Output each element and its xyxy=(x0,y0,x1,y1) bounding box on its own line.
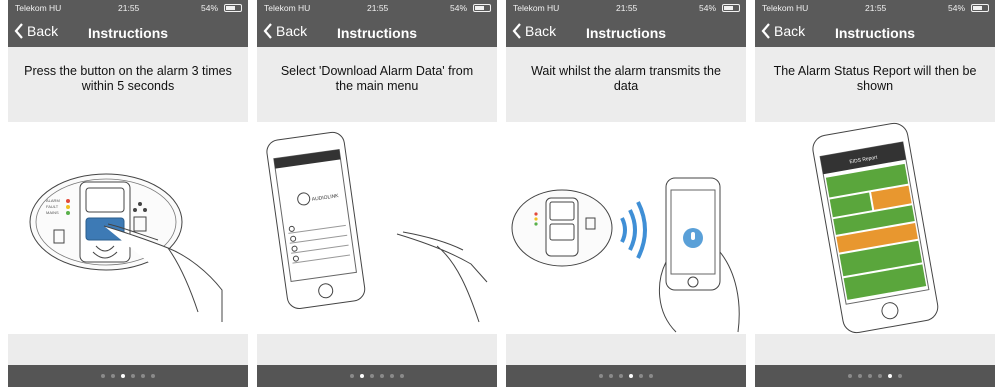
page-dot xyxy=(350,374,354,378)
page-dot-active xyxy=(888,374,892,378)
page-dots xyxy=(8,374,248,378)
page-dot xyxy=(858,374,862,378)
page-dot xyxy=(400,374,404,378)
pointing-hand xyxy=(396,233,488,323)
page-dot xyxy=(390,374,394,378)
battery-icon xyxy=(971,4,989,12)
battery-percent: 54% xyxy=(200,3,218,13)
page-dot xyxy=(639,374,643,378)
status-bar: Telekom HU 21:55 54% xyxy=(257,0,497,17)
page-dot xyxy=(370,374,374,378)
battery-icon xyxy=(473,4,491,12)
battery-percent: 54% xyxy=(698,3,716,13)
battery-icon xyxy=(224,4,242,12)
page-dot xyxy=(649,374,653,378)
nav-title: Instructions xyxy=(834,25,916,41)
page-dot xyxy=(151,374,155,378)
page-dot xyxy=(619,374,623,378)
page-dot-active xyxy=(121,374,125,378)
clock: 21:55 xyxy=(367,3,389,13)
instruction-text: The Alarm Status Report will then be sho… xyxy=(773,64,977,93)
signal-waves-icon xyxy=(620,217,627,243)
alarm-label-fault: FAULT xyxy=(46,204,59,209)
instruction-text: Select 'Download Alarm Data' from the ma… xyxy=(280,64,474,93)
phone-menu-illustration: AUDIOLINK xyxy=(257,122,497,334)
alarm-transmit-illustration xyxy=(506,122,746,334)
page-dot-active xyxy=(629,374,633,378)
page-dot xyxy=(878,374,882,378)
page-dot xyxy=(141,374,145,378)
battery-percent: 54% xyxy=(947,3,965,13)
status-report-illustration: EIDS Report xyxy=(755,122,995,334)
clock: 21:55 xyxy=(118,3,140,13)
instruction-text: Press the button on the alarm 3 times wi… xyxy=(24,64,232,93)
page-dot xyxy=(380,374,384,378)
page-dot xyxy=(609,374,613,378)
instruction-text: Wait whilst the alarm transmits the data xyxy=(531,64,721,93)
page-dot xyxy=(868,374,872,378)
page-dots xyxy=(257,374,497,378)
carrier-label: Telekom HU xyxy=(15,3,62,13)
page-indicator-bar xyxy=(8,365,248,387)
battery-percent: 54% xyxy=(449,3,467,13)
alarm-button-illustration: ALARM FAULT MAINS xyxy=(8,122,248,334)
clock: 21:55 xyxy=(865,3,887,13)
page-dot xyxy=(101,374,105,378)
screen-step-2: Telekom HU 21:55 54% Back Instructions S… xyxy=(257,0,497,387)
page-dot-active xyxy=(360,374,364,378)
page-dot xyxy=(599,374,603,378)
page-indicator-bar xyxy=(506,365,746,387)
clock: 21:55 xyxy=(616,3,638,13)
carrier-label: Telekom HU xyxy=(762,3,809,13)
page-dot xyxy=(131,374,135,378)
page-indicator-bar xyxy=(257,365,497,387)
alarm-label-mains: MAINS xyxy=(46,210,59,215)
nav-bar: Back Instructions xyxy=(506,17,746,47)
nav-bar: Back Instructions xyxy=(257,17,497,47)
nav-bar: Back Instructions xyxy=(8,17,248,47)
battery-icon xyxy=(722,4,740,12)
status-bar: Telekom HU 21:55 54% xyxy=(506,0,746,17)
page-dots xyxy=(755,374,995,378)
page-dot xyxy=(898,374,902,378)
screen-step-3: Telekom HU 21:55 54% Back Instructions W… xyxy=(506,0,746,387)
page-dot xyxy=(848,374,852,378)
nav-title: Instructions xyxy=(336,25,418,41)
page-dot xyxy=(111,374,115,378)
nav-title: Instructions xyxy=(585,25,667,41)
status-bar: Telekom HU 21:55 54% xyxy=(755,0,995,17)
page-indicator-bar xyxy=(755,365,995,387)
carrier-label: Telekom HU xyxy=(513,3,560,13)
nav-bar: Back Instructions xyxy=(755,17,995,47)
alarm-label-alarm: ALARM xyxy=(46,198,60,203)
carrier-label: Telekom HU xyxy=(264,3,311,13)
screen-step-4: Telekom HU 21:55 54% Back Instructions T… xyxy=(755,0,995,387)
screen-step-1: Telekom HU 21:55 54% Back Instructions P… xyxy=(8,0,248,387)
status-bar: Telekom HU 21:55 54% xyxy=(8,0,248,17)
page-dots xyxy=(506,374,746,378)
nav-title: Instructions xyxy=(87,25,169,41)
